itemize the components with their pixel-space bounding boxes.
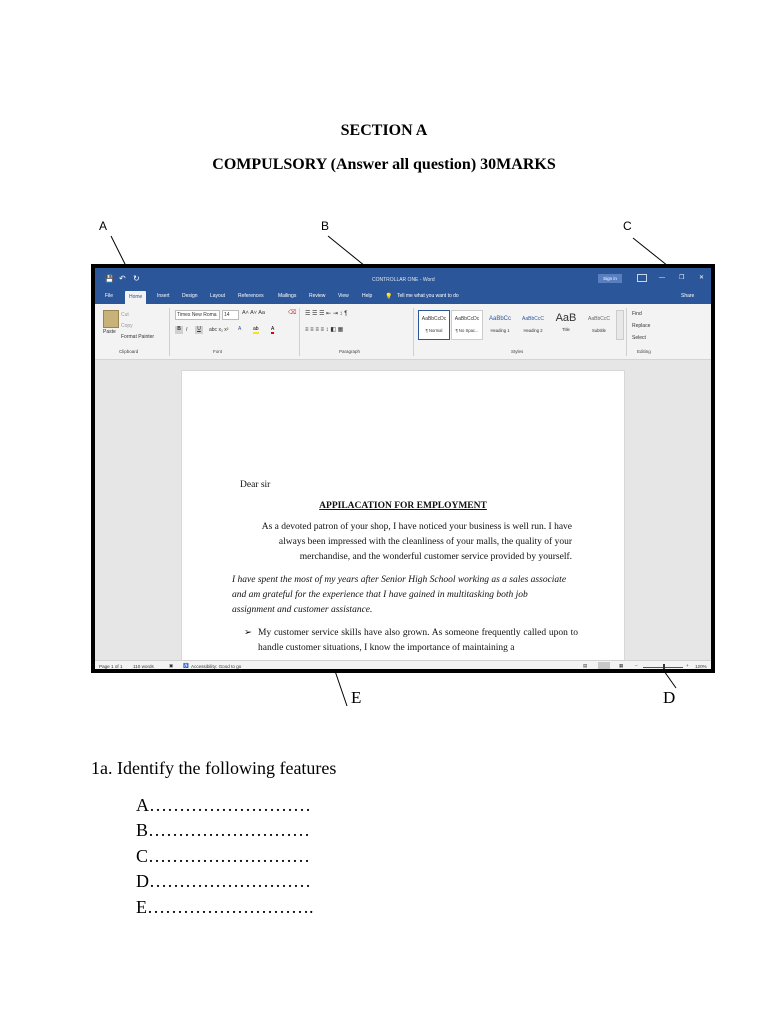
clipboard-group-label: Clipboard [119, 349, 139, 354]
select-button[interactable]: Select [632, 335, 646, 341]
callout-line-c [632, 237, 669, 267]
tab-insert[interactable]: Insert [157, 293, 170, 299]
answer-line-d: D……………………… [136, 871, 311, 891]
paste-icon[interactable] [103, 310, 119, 328]
tab-review[interactable]: Review [309, 293, 325, 299]
tell-me-search[interactable]: Tell me what you want to do [397, 293, 459, 299]
italic-button[interactable]: I [186, 327, 187, 333]
restore-button[interactable]: ❐ [679, 274, 684, 281]
answer-line-b: B……………………… [136, 820, 311, 840]
paragraph-group-label: Paragraph [339, 349, 361, 354]
paste-button-label[interactable]: Paste [103, 329, 116, 335]
group-separator [169, 308, 170, 356]
tab-home[interactable]: Home [125, 291, 147, 304]
style-heading-1[interactable]: AaBbCc Heading 1 [484, 310, 516, 340]
zoom-in-icon[interactable]: + [686, 663, 689, 668]
styles-scroll[interactable] [616, 310, 624, 340]
lightbulb-icon: 💡 [385, 294, 393, 300]
question-1a: 1a. Identify the following features [91, 758, 337, 778]
tab-view[interactable]: View [338, 293, 349, 299]
callout-line-e [333, 667, 348, 707]
letter-paragraph-2: I have spent the most of my years after … [232, 575, 567, 615]
callout-line-a [110, 235, 127, 267]
answer-line-c: C……………………… [136, 846, 311, 866]
word-screenshot: 💾 ↶ ↻ CONTROLLAR ONE - Word Sign in — ❐ … [91, 264, 715, 673]
tab-design[interactable]: Design [182, 293, 198, 299]
bullet-arrow-icon: ➢ [244, 628, 252, 638]
copy-button[interactable]: Copy [121, 323, 133, 329]
tab-help[interactable]: Help [362, 293, 372, 299]
letter-paragraph-1: As a devoted patron of your shop, I have… [261, 522, 572, 562]
title-bar: 💾 ↶ ↻ CONTROLLAR ONE - Word Sign in — ❐ … [95, 268, 711, 290]
alignment-icons[interactable]: ≡ ≡ ≡ ≡ ↕ ◧ ▦ [305, 326, 343, 333]
status-bar: Page 1 of 1 110 words ▣ ♿ Accessibility:… [95, 660, 711, 669]
strike-sub-sup-icons[interactable]: abc x₂ x² [209, 327, 228, 333]
answer-line-e: E………………………. [136, 897, 314, 917]
font-size-select[interactable]: 14 [222, 310, 239, 320]
accessibility-icon[interactable]: ♿ [183, 663, 189, 669]
print-layout-icon[interactable] [598, 662, 610, 669]
group-separator [299, 308, 300, 356]
zoom-slider-thumb[interactable] [663, 664, 665, 669]
style-normal[interactable]: AaBbCcDc ¶ Normal [418, 310, 450, 340]
font-color-icon[interactable]: A [271, 326, 275, 334]
style-title[interactable]: AaB Title [550, 310, 582, 340]
cut-button[interactable]: Cut [121, 312, 129, 318]
callout-line-b [327, 235, 366, 267]
document-page[interactable]: Dear sir APPILACATION FOR EMPLOYMENT As … [181, 370, 625, 662]
format-painter-button[interactable]: Format Painter [121, 334, 154, 340]
zoom-out-icon[interactable]: − [635, 663, 638, 668]
bold-button[interactable]: B [175, 326, 183, 334]
group-separator [413, 308, 414, 356]
style-no-spacing[interactable]: AaBbCcDc ¶ No Spac... [451, 310, 483, 340]
style-subtitle[interactable]: AaBbCcC Subtitle [583, 310, 615, 340]
accessibility-status[interactable]: Accessibility: Good to go [191, 664, 241, 669]
font-group-label: Font [213, 349, 223, 354]
read-mode-icon[interactable]: ▤ [583, 663, 587, 669]
letter-title: APPILACATION FOR EMPLOYMENT [319, 501, 487, 511]
replace-button[interactable]: Replace [632, 323, 650, 329]
redo-icon[interactable]: ↻ [133, 274, 140, 283]
highlight-icon[interactable]: ab [253, 326, 259, 334]
letter-bullet: My customer service skills have also gro… [258, 628, 578, 653]
answer-line-a: A……………………… [136, 795, 311, 815]
proofing-icon[interactable]: ▣ [169, 663, 173, 669]
tab-file[interactable]: File [105, 293, 113, 299]
close-button[interactable]: ✕ [699, 274, 704, 281]
underline-button[interactable]: U [195, 326, 203, 334]
letter-salutation: Dear sir [240, 480, 271, 490]
font-name-select[interactable]: Times New Roma [175, 310, 220, 320]
callout-line-d [663, 670, 677, 689]
sign-in-button[interactable]: Sign in [598, 274, 622, 283]
ribbon-tabs: File Home Insert Design Layout Reference… [95, 290, 711, 304]
styles-group-label: Styles [511, 349, 524, 354]
page-count[interactable]: Page 1 of 1 [99, 664, 123, 669]
save-icon[interactable]: 💾 [105, 275, 114, 283]
web-layout-icon[interactable]: ▦ [619, 663, 623, 669]
document-title: CONTROLLAR ONE - Word [372, 277, 435, 283]
font-grow-shrink-icons[interactable]: A˄ A˅ Aa [242, 310, 265, 316]
style-heading-2[interactable]: AaBbCcC Heading 2 [517, 310, 549, 340]
list-icons[interactable]: ☰ ☰ ☰ ⇤ ⇥ ↕ ¶ [305, 310, 347, 317]
text-effects-icon[interactable]: A [238, 326, 241, 332]
tab-references[interactable]: References [238, 293, 264, 299]
ribbon-display-options-icon[interactable] [637, 274, 647, 282]
find-button[interactable]: Find [632, 311, 642, 317]
word-count[interactable]: 110 words [133, 664, 154, 669]
clear-formatting-icon[interactable]: ⌫ [288, 309, 296, 316]
editing-group-label: Editing [637, 349, 651, 354]
minimize-button[interactable]: — [659, 275, 665, 281]
ribbon-home: Paste Cut Copy Format Painter Clipboard … [95, 304, 711, 360]
share-button[interactable]: Share [681, 293, 694, 299]
tab-mailings[interactable]: Mailings [278, 293, 296, 299]
undo-icon[interactable]: ↶ [119, 274, 126, 283]
tab-layout[interactable]: Layout [210, 293, 225, 299]
zoom-level[interactable]: 120% [695, 664, 707, 669]
group-separator [626, 308, 627, 356]
